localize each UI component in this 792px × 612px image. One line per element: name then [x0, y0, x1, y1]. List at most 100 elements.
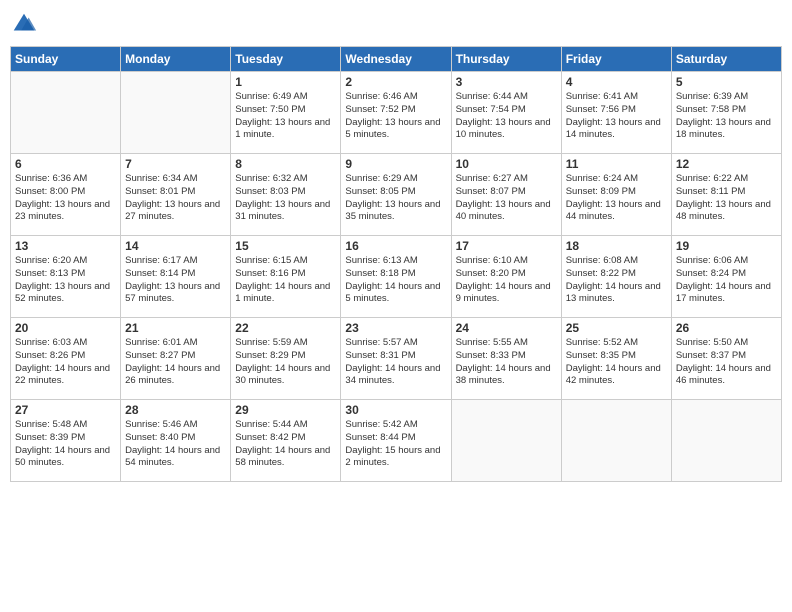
day-number: 30 — [345, 403, 446, 417]
day-number: 16 — [345, 239, 446, 253]
calendar-cell — [11, 72, 121, 154]
day-number: 12 — [676, 157, 777, 171]
calendar-cell: 13 Sunrise: 6:20 AM Sunset: 8:13 PM Dayli… — [11, 236, 121, 318]
calendar-cell: 23 Sunrise: 5:57 AM Sunset: 8:31 PM Dayli… — [341, 318, 451, 400]
day-info: Sunrise: 6:46 AM Sunset: 7:52 PM Dayligh… — [345, 91, 446, 142]
day-info: Sunrise: 6:20 AM Sunset: 8:13 PM Dayligh… — [15, 255, 116, 306]
day-info: Sunrise: 5:55 AM Sunset: 8:33 PM Dayligh… — [456, 337, 557, 388]
calendar-cell: 19 Sunrise: 6:06 AM Sunset: 8:24 PM Dayli… — [671, 236, 781, 318]
calendar-cell: 9Sunrise: 6:29 AM Sunset: 8:05 PM Daylig… — [341, 154, 451, 236]
calendar-cell — [671, 400, 781, 482]
calendar-cell: 18 Sunrise: 6:08 AM Sunset: 8:22 PM Dayli… — [561, 236, 671, 318]
day-number: 29 — [235, 403, 336, 417]
day-info: Sunrise: 5:48 AM Sunset: 8:39 PM Dayligh… — [15, 419, 116, 470]
page: SundayMondayTuesdayWednesdayThursdayFrid… — [0, 0, 792, 612]
day-number: 14 — [125, 239, 226, 253]
day-number: 18 — [566, 239, 667, 253]
calendar-cell: 3Sunrise: 6:44 AM Sunset: 7:54 PM Daylig… — [451, 72, 561, 154]
day-number: 10 — [456, 157, 557, 171]
calendar-cell: 5 Sunrise: 6:39 AM Sunset: 7:58 PM Daylig… — [671, 72, 781, 154]
calendar-week-row: 13 Sunrise: 6:20 AM Sunset: 8:13 PM Dayli… — [11, 236, 782, 318]
calendar-week-row: 6Sunrise: 6:36 AM Sunset: 8:00 PM Daylig… — [11, 154, 782, 236]
day-number: 13 — [15, 239, 116, 253]
calendar-cell: 2 Sunrise: 6:46 AM Sunset: 7:52 PM Daylig… — [341, 72, 451, 154]
calendar-cell: 11Sunrise: 6:24 AM Sunset: 8:09 PM Dayli… — [561, 154, 671, 236]
calendar-day-header: Thursday — [451, 47, 561, 72]
day-number: 24 — [456, 321, 557, 335]
calendar-cell: 15 Sunrise: 6:15 AM Sunset: 8:16 PM Dayli… — [231, 236, 341, 318]
day-number: 27 — [15, 403, 116, 417]
day-number: 1 — [235, 75, 336, 89]
day-info: Sunrise: 6:41 AM Sunset: 7:56 PM Dayligh… — [566, 91, 667, 142]
calendar-cell: 20 Sunrise: 6:03 AM Sunset: 8:26 PM Dayli… — [11, 318, 121, 400]
day-number: 4 — [566, 75, 667, 89]
day-number: 6 — [15, 157, 116, 171]
day-number: 21 — [125, 321, 226, 335]
calendar-cell: 25 Sunrise: 5:52 AM Sunset: 8:35 PM Dayli… — [561, 318, 671, 400]
day-number: 15 — [235, 239, 336, 253]
day-info: Sunrise: 5:57 AM Sunset: 8:31 PM Dayligh… — [345, 337, 446, 388]
calendar-cell: 10 Sunrise: 6:27 AM Sunset: 8:07 PM Dayli… — [451, 154, 561, 236]
day-number: 7 — [125, 157, 226, 171]
day-number: 26 — [676, 321, 777, 335]
calendar-cell: 6Sunrise: 6:36 AM Sunset: 8:00 PM Daylig… — [11, 154, 121, 236]
day-number: 11 — [566, 157, 667, 171]
day-info: Sunrise: 6:01 AM Sunset: 8:27 PM Dayligh… — [125, 337, 226, 388]
calendar-cell: 4 Sunrise: 6:41 AM Sunset: 7:56 PM Daylig… — [561, 72, 671, 154]
calendar-day-header: Friday — [561, 47, 671, 72]
day-info: Sunrise: 6:22 AM Sunset: 8:11 PM Dayligh… — [676, 173, 777, 224]
calendar-cell: 21 Sunrise: 6:01 AM Sunset: 8:27 PM Dayli… — [121, 318, 231, 400]
calendar-day-header: Saturday — [671, 47, 781, 72]
day-number: 8 — [235, 157, 336, 171]
day-number: 20 — [15, 321, 116, 335]
day-info: Sunrise: 6:39 AM Sunset: 7:58 PM Dayligh… — [676, 91, 777, 142]
day-number: 2 — [345, 75, 446, 89]
day-number: 17 — [456, 239, 557, 253]
day-number: 5 — [676, 75, 777, 89]
day-number: 3 — [456, 75, 557, 89]
day-number: 9 — [345, 157, 446, 171]
day-number: 25 — [566, 321, 667, 335]
day-info: Sunrise: 6:34 AM Sunset: 8:01 PM Dayligh… — [125, 173, 226, 224]
day-number: 23 — [345, 321, 446, 335]
calendar-cell: 30 Sunrise: 5:42 AM Sunset: 8:44 PM Dayli… — [341, 400, 451, 482]
calendar-week-row: 27 Sunrise: 5:48 AM Sunset: 8:39 PM Dayli… — [11, 400, 782, 482]
day-number: 19 — [676, 239, 777, 253]
calendar-cell: 24 Sunrise: 5:55 AM Sunset: 8:33 PM Dayli… — [451, 318, 561, 400]
day-info: Sunrise: 6:13 AM Sunset: 8:18 PM Dayligh… — [345, 255, 446, 306]
calendar-day-header: Sunday — [11, 47, 121, 72]
calendar-cell — [561, 400, 671, 482]
logo-icon — [10, 10, 38, 38]
calendar-cell: 22 Sunrise: 5:59 AM Sunset: 8:29 PM Dayli… — [231, 318, 341, 400]
calendar-week-row: 1Sunrise: 6:49 AM Sunset: 7:50 PM Daylig… — [11, 72, 782, 154]
calendar-header-row: SundayMondayTuesdayWednesdayThursdayFrid… — [11, 47, 782, 72]
day-info: Sunrise: 6:06 AM Sunset: 8:24 PM Dayligh… — [676, 255, 777, 306]
day-number: 28 — [125, 403, 226, 417]
calendar-week-row: 20 Sunrise: 6:03 AM Sunset: 8:26 PM Dayli… — [11, 318, 782, 400]
day-info: Sunrise: 5:44 AM Sunset: 8:42 PM Dayligh… — [235, 419, 336, 470]
calendar-cell: 29 Sunrise: 5:44 AM Sunset: 8:42 PM Dayli… — [231, 400, 341, 482]
day-info: Sunrise: 6:27 AM Sunset: 8:07 PM Dayligh… — [456, 173, 557, 224]
calendar-cell: 27 Sunrise: 5:48 AM Sunset: 8:39 PM Dayli… — [11, 400, 121, 482]
calendar-day-header: Wednesday — [341, 47, 451, 72]
day-info: Sunrise: 5:50 AM Sunset: 8:37 PM Dayligh… — [676, 337, 777, 388]
day-info: Sunrise: 5:59 AM Sunset: 8:29 PM Dayligh… — [235, 337, 336, 388]
day-info: Sunrise: 5:52 AM Sunset: 8:35 PM Dayligh… — [566, 337, 667, 388]
day-info: Sunrise: 6:03 AM Sunset: 8:26 PM Dayligh… — [15, 337, 116, 388]
calendar: SundayMondayTuesdayWednesdayThursdayFrid… — [10, 46, 782, 482]
calendar-cell: 8 Sunrise: 6:32 AM Sunset: 8:03 PM Daylig… — [231, 154, 341, 236]
day-info: Sunrise: 6:08 AM Sunset: 8:22 PM Dayligh… — [566, 255, 667, 306]
calendar-day-header: Tuesday — [231, 47, 341, 72]
calendar-cell: 17Sunrise: 6:10 AM Sunset: 8:20 PM Dayli… — [451, 236, 561, 318]
day-info: Sunrise: 6:15 AM Sunset: 8:16 PM Dayligh… — [235, 255, 336, 306]
day-info: Sunrise: 6:32 AM Sunset: 8:03 PM Dayligh… — [235, 173, 336, 224]
calendar-cell — [451, 400, 561, 482]
calendar-cell — [121, 72, 231, 154]
calendar-cell: 28 Sunrise: 5:46 AM Sunset: 8:40 PM Dayli… — [121, 400, 231, 482]
day-number: 22 — [235, 321, 336, 335]
day-info: Sunrise: 5:46 AM Sunset: 8:40 PM Dayligh… — [125, 419, 226, 470]
calendar-cell: 16 Sunrise: 6:13 AM Sunset: 8:18 PM Dayli… — [341, 236, 451, 318]
calendar-day-header: Monday — [121, 47, 231, 72]
header — [10, 10, 782, 38]
day-info: Sunrise: 5:42 AM Sunset: 8:44 PM Dayligh… — [345, 419, 446, 470]
